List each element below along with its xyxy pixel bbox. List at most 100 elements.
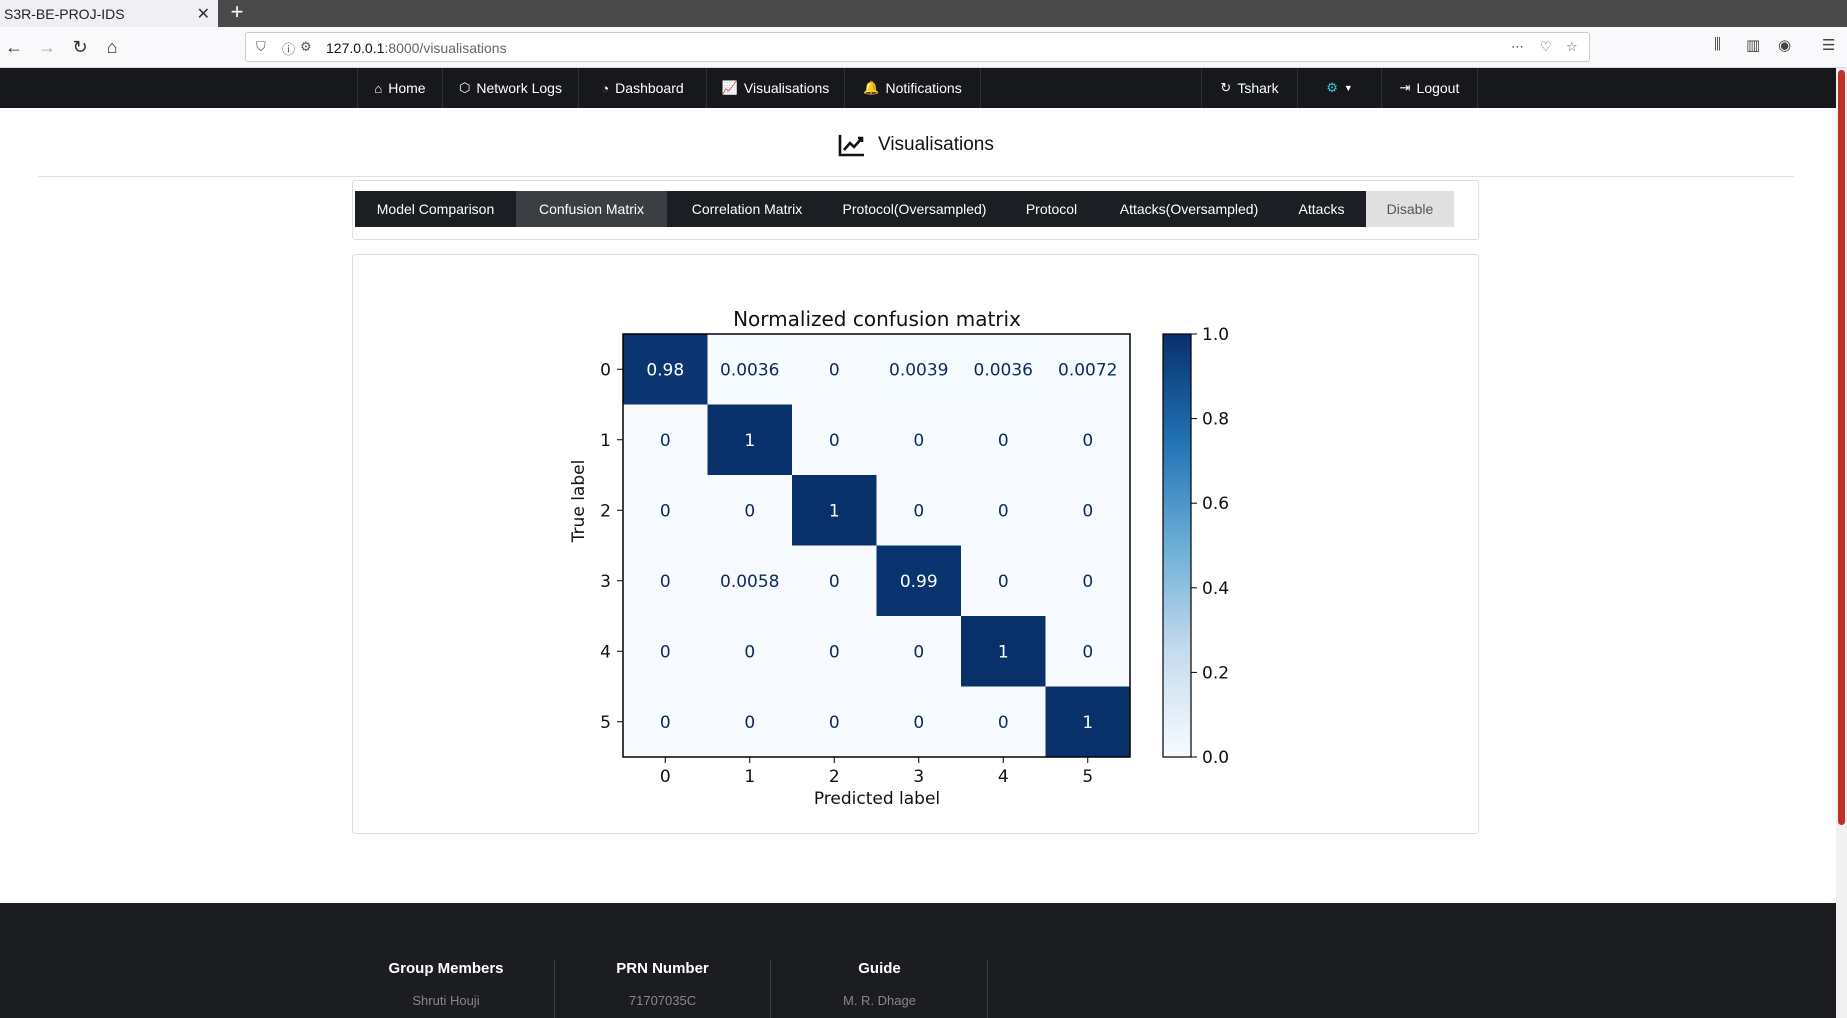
reload-icon[interactable]: ↻ <box>69 36 91 58</box>
nav-visualisations[interactable]: 📈 Visualisations <box>707 68 845 108</box>
menu-icon[interactable]: ☰ <box>1822 36 1835 54</box>
caret-down-icon: ▼ <box>1343 83 1353 93</box>
y-tick-label: 0 <box>600 360 611 380</box>
logout-icon: ⇥ <box>1399 80 1411 95</box>
bell-icon: 🔔 <box>863 80 880 95</box>
line-chart-icon <box>838 135 864 157</box>
cell-label: 0 <box>1082 572 1093 592</box>
nav-logout[interactable]: ⇥ Logout <box>1382 68 1478 108</box>
cell-label: 0 <box>998 501 1009 521</box>
tab-disable[interactable]: Disable <box>1366 191 1454 227</box>
cell-label: 0 <box>998 431 1009 451</box>
network-icon: ⬡ <box>459 80 471 95</box>
browser-tabbar: S3R-BE-PROJ-IDS ✕ + <box>0 0 1847 27</box>
nav-dashboard[interactable]: ◔ Dashboard <box>579 68 707 108</box>
new-tab-icon[interactable]: + <box>225 0 249 27</box>
nav-notifications[interactable]: 🔔 Notifications <box>845 68 981 108</box>
tab-attacks-oversampled[interactable]: Attacks(Oversampled) <box>1101 191 1277 227</box>
y-tick-label: 3 <box>600 572 611 592</box>
tab-protocol-oversampled[interactable]: Protocol(Oversampled) <box>827 191 1002 227</box>
cell-label: 0 <box>829 642 840 662</box>
cell-label: 0 <box>913 713 924 733</box>
home-icon: ⌂ <box>374 80 383 96</box>
cell-label: 0.0058 <box>720 572 779 592</box>
colorbar-tick-label: 1.0 <box>1202 325 1229 345</box>
close-tab-icon[interactable]: ✕ <box>197 4 210 24</box>
y-axis-label: True label <box>569 460 589 544</box>
y-tick-label: 4 <box>600 642 611 662</box>
y-tick-label: 1 <box>600 431 611 451</box>
bookmark-star-icon[interactable]: ☆ <box>1566 39 1578 55</box>
colorbar-tick-label: 0.2 <box>1202 663 1229 683</box>
cell-label: 0.99 <box>900 572 938 592</box>
nav-network-logs[interactable]: ⬡ Network Logs <box>443 68 579 108</box>
y-tick-label: 5 <box>600 713 611 733</box>
home-icon[interactable]: ⌂ <box>101 36 123 58</box>
library-icon[interactable]: ⫼ <box>1714 36 1721 53</box>
colorbar-gradient <box>1162 333 1192 758</box>
permissions-icon[interactable]: ⚙ <box>300 39 312 55</box>
cell-label: 0 <box>660 431 671 451</box>
pocket-icon[interactable]: ♡ <box>1540 39 1552 55</box>
colorbar: 0.0 0.2 0.4 0.6 0.8 1.0 <box>1162 325 1229 768</box>
x-tick-label: 3 <box>913 767 924 787</box>
cell-label: 0.0036 <box>720 360 779 380</box>
x-tick-label: 0 <box>660 767 671 787</box>
browser-tab[interactable]: S3R-BE-PROJ-IDS ✕ <box>0 0 218 27</box>
cell-label: 0 <box>913 642 924 662</box>
cell-label: 0 <box>829 572 840 592</box>
footer-guide: Guide M. R. Dhage <box>843 960 916 1008</box>
account-icon[interactable]: ◉ <box>1778 36 1791 54</box>
back-icon[interactable]: ← <box>3 36 25 58</box>
footer-divider <box>554 960 555 1018</box>
browser-toolbar: ← → ↻ ⌂ ⛉ ⓘ ⚙ 127.0.0.1:8000/visualisati… <box>0 27 1847 68</box>
tab-model-comparison[interactable]: Model Comparison <box>355 191 516 227</box>
cell-label: 0 <box>744 501 755 521</box>
cell-label: 1 <box>829 501 840 521</box>
chart-icon: 📈 <box>721 80 738 95</box>
cell-label: 0.0039 <box>889 360 948 380</box>
gear-icon: ⚙ <box>1326 80 1338 95</box>
nav-home[interactable]: ⌂ Home <box>357 68 443 108</box>
refresh-icon: ↻ <box>1220 80 1232 95</box>
footer-divider <box>987 960 988 1018</box>
browser-tab-title: S3R-BE-PROJ-IDS <box>4 5 125 22</box>
cell-label: 0 <box>913 431 924 451</box>
y-tick-label: 2 <box>600 501 611 521</box>
colorbar-tick-label: 0.0 <box>1202 748 1229 768</box>
cell-label: 0 <box>744 713 755 733</box>
footer-divider <box>770 960 771 1018</box>
confusion-matrix-chart: Normalized confusion matrix 0.98 0.0036 0 0… <box>569 307 1229 809</box>
visualisation-tabs: Model Comparison Confusion Matrix Correl… <box>355 191 1454 227</box>
colorbar-tick-label: 0.8 <box>1202 410 1229 430</box>
url-bar[interactable]: ⛉ ⓘ ⚙ 127.0.0.1:8000/visualisations ⋯ ♡ … <box>245 32 1590 62</box>
cell-label: 0 <box>660 501 671 521</box>
sidebar-icon[interactable]: ▥ <box>1746 36 1760 54</box>
cell-label: 1 <box>1082 713 1093 733</box>
more-actions-icon[interactable]: ⋯ <box>1511 39 1524 55</box>
cell-label: 0 <box>998 572 1009 592</box>
footer-group-members: Group Members Shruti Houji <box>388 960 504 1008</box>
cell-label: 0 <box>660 642 671 662</box>
cell-label: 0 <box>1082 501 1093 521</box>
cell-label: 0 <box>1082 431 1093 451</box>
cell-label: 0 <box>829 431 840 451</box>
cell-label: 0.98 <box>646 360 684 380</box>
nav-tshark[interactable]: ↻ Tshark <box>1201 68 1298 108</box>
divider <box>38 176 1794 177</box>
cell-label: 0 <box>998 713 1009 733</box>
cell-label: 0.0072 <box>1058 360 1117 380</box>
tab-attacks[interactable]: Attacks <box>1277 191 1366 227</box>
nav-settings-dropdown[interactable]: ⚙ ▼ <box>1298 68 1382 108</box>
url-text: 127.0.0.1:8000/visualisations <box>326 40 507 56</box>
page-scrollbar-thumb[interactable] <box>1838 70 1845 825</box>
tab-confusion-matrix[interactable]: Confusion Matrix <box>516 191 667 227</box>
colorbar-tick-label: 0.6 <box>1202 494 1229 514</box>
forward-icon[interactable]: → <box>36 36 58 58</box>
tab-protocol[interactable]: Protocol <box>1002 191 1101 227</box>
x-axis-ticks: 0 1 2 3 4 5 <box>660 757 1093 787</box>
shield-icon[interactable]: ⛉ <box>256 39 266 55</box>
x-tick-label: 5 <box>1082 767 1093 787</box>
tab-correlation-matrix[interactable]: Correlation Matrix <box>667 191 827 227</box>
info-icon[interactable]: ⓘ <box>282 39 295 58</box>
